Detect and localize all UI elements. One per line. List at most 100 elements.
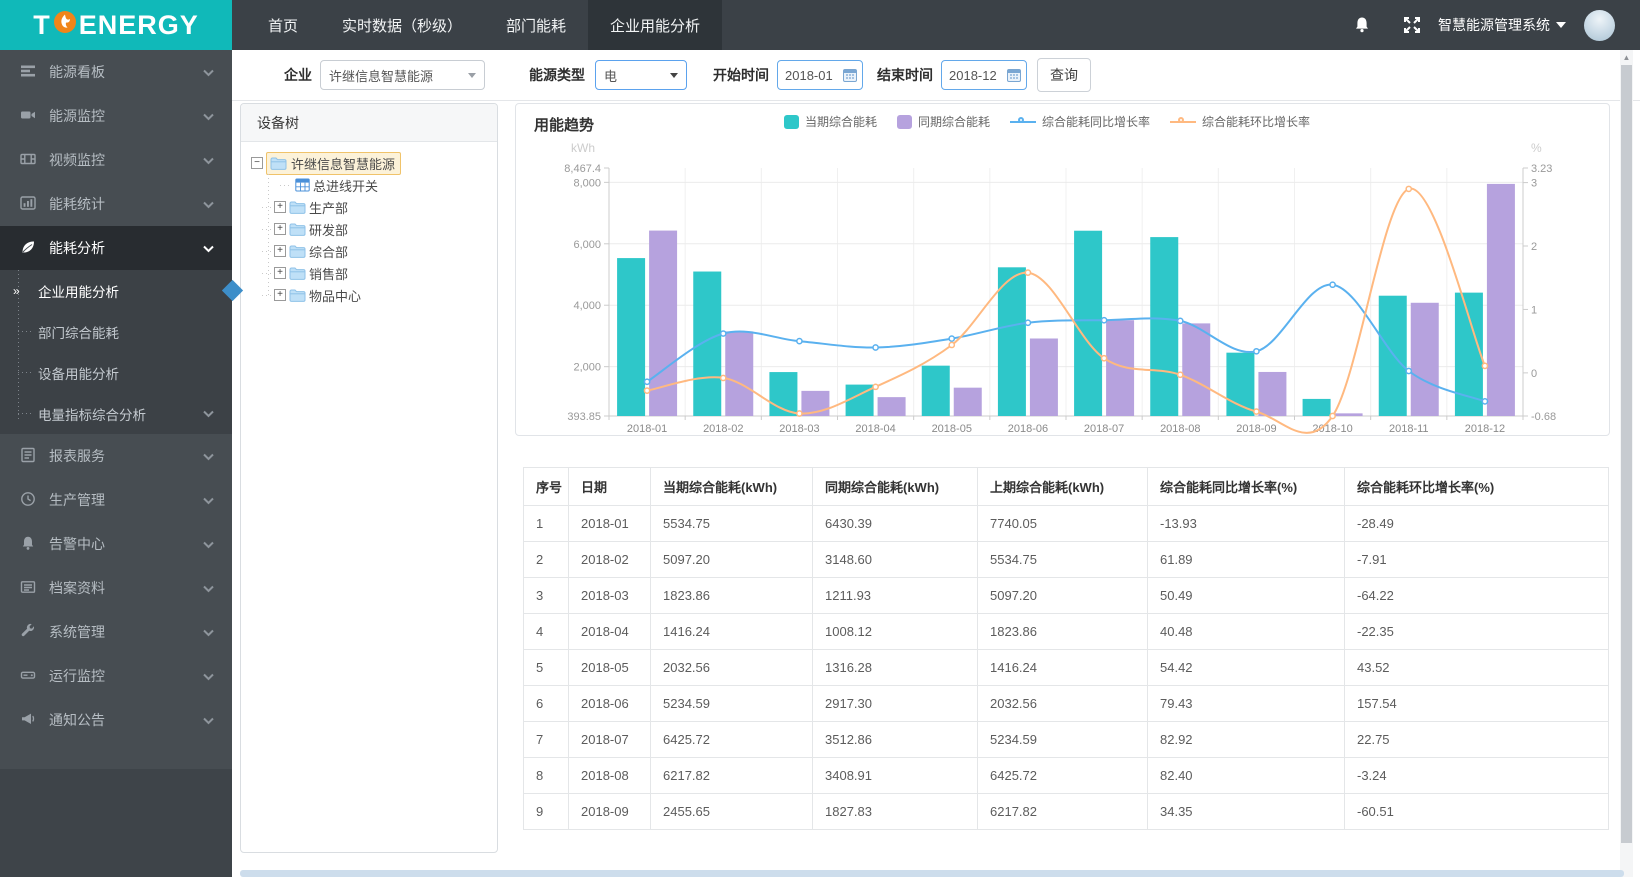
sidebar-item-11[interactable]: 运行监控 <box>0 654 232 698</box>
sidebar-item-label: 能耗统计 <box>49 196 105 212</box>
sidebar-item-label: 视频监控 <box>49 152 105 168</box>
table-cell: -7.91 <box>1344 541 1609 578</box>
table-cell: 5534.75 <box>650 505 813 542</box>
drive-icon <box>20 667 36 686</box>
tree-root-selected[interactable]: 许继信息智慧能源 <box>266 151 402 175</box>
energy-type-label: 能源类型 <box>529 67 585 83</box>
svg-text:4,000: 4,000 <box>573 300 601 312</box>
sidebar-item-8[interactable]: 告警中心 <box>0 522 232 566</box>
horizontal-scrollbar[interactable] <box>240 870 1624 877</box>
tree-node-6[interactable]: + 物品中心 <box>257 284 489 306</box>
expand-icon[interactable]: + <box>274 289 286 301</box>
table-cell: 7 <box>523 721 569 758</box>
sidebar-item-9[interactable]: 档案资料 <box>0 566 232 610</box>
collapse-icon[interactable]: − <box>251 157 263 169</box>
table-cell: 43.52 <box>1344 649 1609 686</box>
legend-item-1[interactable]: 当期综合能耗 <box>784 113 877 130</box>
sidebar-item-label: 告警中心 <box>49 536 105 552</box>
sidebar-footer <box>0 769 232 877</box>
bar-同期综合能耗-2018-04 <box>877 397 906 416</box>
fullscreen-icon[interactable] <box>1402 15 1422 35</box>
nav-tab-2[interactable]: 实时数据（秒级） <box>320 0 484 50</box>
sidebar-item-5[interactable]: 能耗分析 <box>0 226 232 270</box>
table-cell: 157.54 <box>1344 685 1609 722</box>
tree-node-2[interactable]: + 生产部 <box>257 196 489 218</box>
table-cell: 2018-08 <box>568 757 651 794</box>
expand-icon[interactable]: + <box>274 267 286 279</box>
logo-text-prefix: T <box>33 9 51 40</box>
sidebar-item-1[interactable]: 能源看板 <box>0 50 232 94</box>
legend-item-3[interactable]: 综合能耗同比增长率 <box>1010 113 1150 130</box>
tree-root-node[interactable]: − 许继信息智慧能源 <box>251 151 489 175</box>
topbar-right: 智慧能源管理系统 <box>1352 0 1640 50</box>
user-avatar[interactable] <box>1584 9 1615 41</box>
company-select-value: 许继信息智慧能源 <box>329 68 434 84</box>
tree-root-label: 许继信息智慧能源 <box>291 156 396 172</box>
sidebar-subitem-1[interactable]: » 企业用能分析 <box>0 270 244 311</box>
query-button[interactable]: 查询 <box>1037 58 1091 92</box>
table-cell: 1416.24 <box>977 649 1148 686</box>
sidebar-subitem-4[interactable]: 电量指标综合分析 <box>0 393 232 434</box>
sidebar-subitem-3[interactable]: 设备用能分析 <box>0 352 232 393</box>
notification-bell-icon[interactable] <box>1352 15 1372 35</box>
sidebar-item-7[interactable]: 生产管理 <box>0 478 232 522</box>
bar-同期综合能耗-2018-09 <box>1258 371 1287 416</box>
legend-item-4[interactable]: 综合能耗环比增长率 <box>1170 113 1310 130</box>
sidebar-item-3[interactable]: 视频监控 <box>0 138 232 182</box>
svg-text:2018-06: 2018-06 <box>1008 423 1048 435</box>
expand-icon[interactable]: + <box>274 201 286 213</box>
tree-node-4[interactable]: + 综合部 <box>257 240 489 262</box>
sidebar-subitem-2[interactable]: 部门综合能耗 <box>0 311 232 352</box>
table-cell: 22.75 <box>1344 721 1609 758</box>
folder-icon <box>270 156 287 171</box>
nav-tab-3[interactable]: 部门能耗 <box>484 0 588 50</box>
sidebar-item-label: 能源看板 <box>49 64 105 80</box>
chevron-down-icon <box>670 72 678 78</box>
sidebar-item-2[interactable]: 能源监控 <box>0 94 232 138</box>
vertical-scrollbar[interactable]: ▲ <box>1620 50 1633 877</box>
chart-header: 用能趋势 当期综合能耗 同期综合能耗 综合能耗同比增长率 综合能耗环比增长率 <box>516 104 1609 138</box>
chevron-down-icon <box>203 492 214 508</box>
chevron-down-icon <box>468 72 476 78</box>
calendar-icon <box>1007 69 1021 82</box>
table-cell: -64.22 <box>1344 577 1609 614</box>
device-tree: − 许继信息智慧能源 总进线开关 + 生产部 + 研发部 + 综合部 + 销售部 + 物品中心 <box>241 142 497 306</box>
trend-chart: 393.85 2,000 4,000 6,000 8,000 8,467.4 -0.68 0 1… <box>516 138 1609 441</box>
tree-node-1[interactable]: 总进线开关 <box>257 174 489 196</box>
calendar-icon <box>843 69 857 82</box>
system-name-menu[interactable]: 智慧能源管理系统 <box>1438 15 1566 35</box>
energy-type-select[interactable]: 电 <box>595 60 687 90</box>
tree-node-5[interactable]: + 销售部 <box>257 262 489 284</box>
table-cell: 3 <box>523 577 569 614</box>
end-time-label: 结束时间 <box>877 67 933 83</box>
table-cell: 2018-07 <box>568 721 651 758</box>
sidebar-item-12[interactable]: 通知公告 <box>0 698 232 742</box>
table-row-2: 2 2018-02 5097.20 3148.60 5534.75 61.89 -7.91 <box>523 541 1609 578</box>
sidebar-subitem-label: 电量指标综合分析 <box>38 407 146 423</box>
device-icon <box>295 178 310 192</box>
sidebar-submenu: » 企业用能分析 部门综合能耗 设备用能分析电量指标综合分析 <box>0 270 244 434</box>
active-item-marker-icon: » <box>13 283 20 298</box>
nav-tab-1[interactable]: 首页 <box>246 0 320 50</box>
legend-item-2[interactable]: 同期综合能耗 <box>897 113 990 130</box>
scroll-up-arrow-icon[interactable]: ▲ <box>1620 50 1633 64</box>
expand-icon[interactable]: + <box>274 223 286 235</box>
company-select[interactable]: 许继信息智慧能源 <box>320 60 485 90</box>
table-cell: 3408.91 <box>812 757 978 794</box>
wrench-icon <box>20 623 36 642</box>
table-cell: 34.35 <box>1147 793 1345 830</box>
sidebar-item-4[interactable]: 能耗统计 <box>0 182 232 226</box>
table-cell: -22.35 <box>1344 613 1609 650</box>
sidebar-item-10[interactable]: 系统管理 <box>0 610 232 654</box>
sidebar-item-6[interactable]: 报表服务 <box>0 434 232 478</box>
table-header-cell: 序号 <box>523 467 569 506</box>
vertical-scrollbar-thumb[interactable] <box>1621 65 1632 843</box>
nav-tab-4[interactable]: 企业用能分析 <box>588 0 723 50</box>
table-cell: 8 <box>523 757 569 794</box>
bar-当期综合能耗-2018-11 <box>1378 295 1407 416</box>
end-date-input[interactable]: 2018-12 <box>941 60 1027 90</box>
tree-node-3[interactable]: + 研发部 <box>257 218 489 240</box>
start-date-input[interactable]: 2018-01 <box>777 60 863 90</box>
tree-node-label: 研发部 <box>309 222 349 238</box>
expand-icon[interactable]: + <box>274 245 286 257</box>
